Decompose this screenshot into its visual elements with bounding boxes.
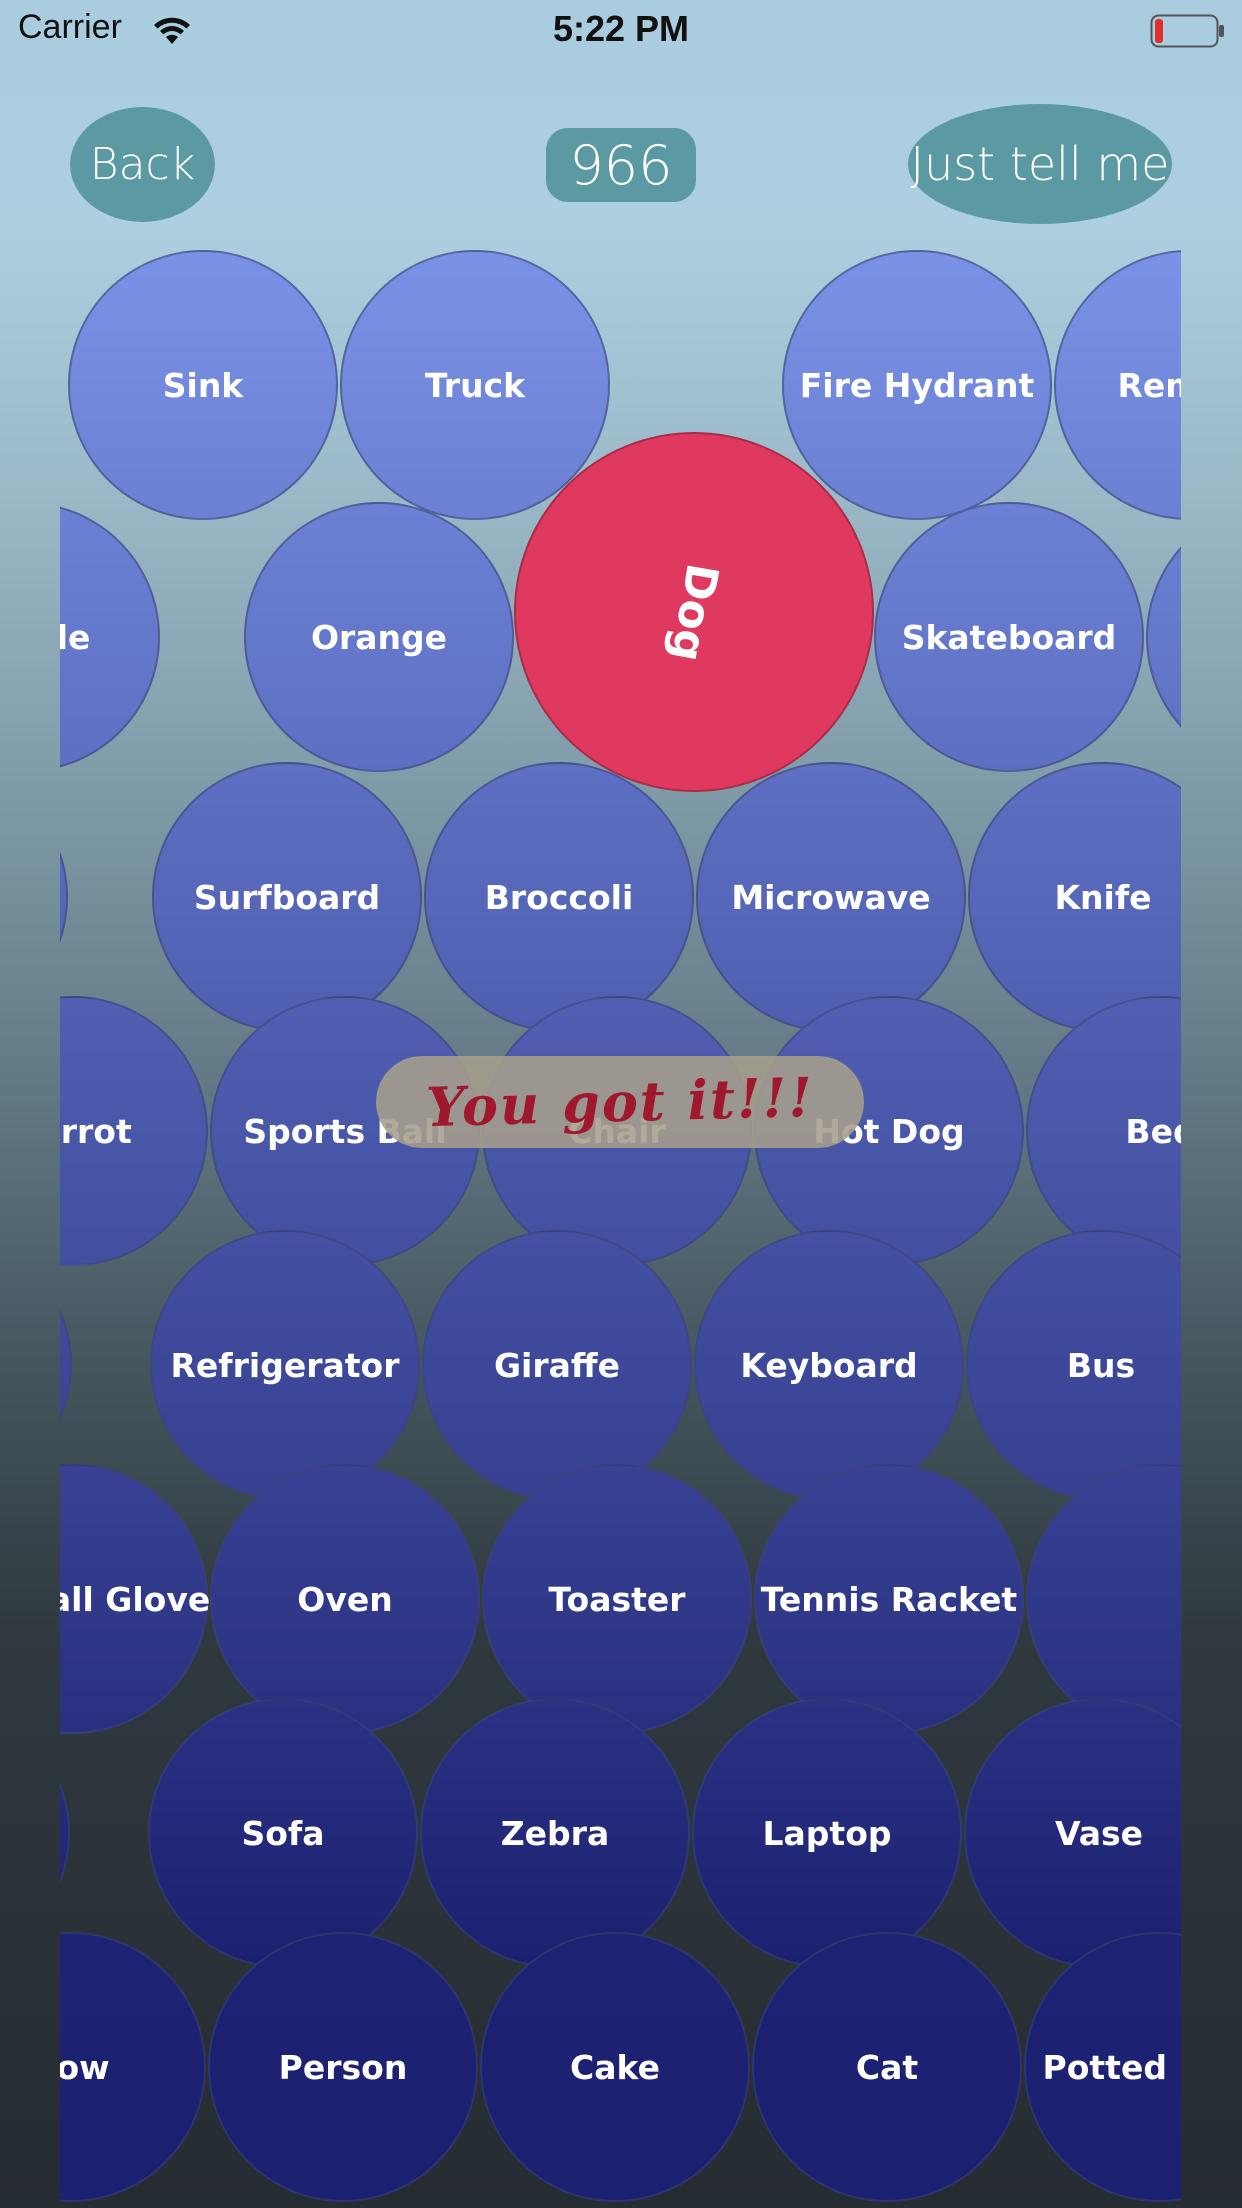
word-bubble-baseball-glove[interactable]: Baseball Glove bbox=[60, 1464, 211, 1734]
word-bubble-potted-plant[interactable]: Potted Plant bbox=[1024, 1932, 1181, 2202]
word-bubble-blank[interactable] bbox=[1026, 1464, 1181, 1734]
word-bubble-laptop[interactable]: Laptop bbox=[692, 1698, 962, 1968]
word-bubble-label: Bus bbox=[1066, 1345, 1136, 1385]
word-bubble-remote[interactable]: Remote bbox=[1054, 250, 1181, 520]
word-bubble-label: Keyboard bbox=[740, 1345, 918, 1385]
word-bubble-label: Vase bbox=[1054, 1813, 1144, 1853]
word-bubble-person[interactable]: Person bbox=[208, 1932, 478, 2202]
word-bubble-bed[interactable]: Bed bbox=[1026, 996, 1181, 1266]
word-bubble-blank[interactable] bbox=[60, 762, 68, 1032]
word-bubble-board: Sink Truck Fire Hydrant Remote Bicycle Orange… bbox=[60, 250, 1181, 2208]
selected-word-bubble[interactable]: Dog bbox=[514, 432, 874, 792]
word-bubble-label: Broccoli bbox=[484, 877, 634, 917]
word-bubble-bicycle[interactable]: Bicycle bbox=[60, 502, 160, 772]
word-bubble-carrot[interactable]: Carrot bbox=[60, 996, 208, 1266]
word-bubble-label: Skateboard bbox=[901, 617, 1117, 657]
score-badge: 966 bbox=[546, 128, 696, 202]
word-bubble-label: Remote bbox=[1117, 365, 1181, 405]
word-bubble-label: Bed bbox=[1125, 1111, 1181, 1151]
word-bubble-label: Carrot bbox=[60, 1111, 132, 1151]
word-bubble-cake[interactable]: Cake bbox=[480, 1932, 750, 2202]
word-bubble-label: Bicycle bbox=[60, 617, 91, 657]
status-time: 5:22 PM bbox=[552, 8, 690, 49]
selected-word-label: Dog bbox=[660, 559, 728, 665]
word-bubble-toaster[interactable]: Toaster bbox=[482, 1464, 752, 1734]
word-bubble-skateboard[interactable]: Skateboard bbox=[874, 502, 1144, 772]
word-bubble-label: Refrigerator bbox=[170, 1345, 400, 1385]
word-bubble-sofa[interactable]: Sofa bbox=[148, 1698, 418, 1968]
word-bubble-label: Orange bbox=[310, 617, 448, 657]
word-bubble-label: Sink bbox=[162, 365, 244, 405]
word-bubble-label: Truck bbox=[424, 365, 526, 405]
back-button-label: Back bbox=[89, 139, 196, 190]
word-bubble-sink[interactable]: Sink bbox=[68, 250, 338, 520]
success-banner: You got it!!! bbox=[376, 1056, 864, 1148]
word-bubble-label: Cake bbox=[570, 2047, 660, 2087]
word-bubble-vase[interactable]: Vase bbox=[964, 1698, 1181, 1968]
just-tell-me-button[interactable]: Just tell me bbox=[908, 104, 1172, 224]
word-bubble-tennis-racket[interactable]: Tennis Racket bbox=[754, 1464, 1024, 1734]
battery-low-icon bbox=[1150, 14, 1224, 48]
word-bubble-truck[interactable]: Truck bbox=[340, 250, 610, 520]
word-bubble-label: Fire Hydrant bbox=[799, 365, 1035, 405]
word-bubble-keyboard[interactable]: Keyboard bbox=[694, 1230, 964, 1500]
word-bubble-label: Zebra bbox=[500, 1813, 610, 1853]
word-bubble-label: Knife bbox=[1054, 877, 1152, 917]
word-bubble-bat[interactable]: Bat bbox=[60, 1230, 72, 1500]
word-bubble-label: Toaster bbox=[548, 1579, 686, 1619]
word-bubble-cat[interactable]: Cat bbox=[752, 1932, 1022, 2202]
word-bubble-label: Tennis Racket bbox=[760, 1579, 1018, 1619]
success-banner-text: You got it!!! bbox=[425, 1064, 815, 1140]
word-bubble-label: Giraffe bbox=[493, 1345, 621, 1385]
word-bubble-label: Surfboard bbox=[193, 877, 381, 917]
word-bubble-label: Microwave bbox=[731, 877, 931, 917]
word-bubble-label: Baseball Glove bbox=[60, 1579, 211, 1619]
word-bubble-knife[interactable]: Knife bbox=[968, 762, 1181, 1032]
word-bubble-microwave[interactable]: Microwave bbox=[696, 762, 966, 1032]
word-bubble-orange[interactable]: Orange bbox=[244, 502, 514, 772]
word-bubble-label: Cat bbox=[855, 2047, 919, 2087]
word-bubble-surfboard[interactable]: Surfboard bbox=[152, 762, 422, 1032]
word-bubble-bus[interactable]: Bus bbox=[966, 1230, 1181, 1500]
word-bubble-label: Oven bbox=[297, 1579, 393, 1619]
just-tell-me-label: Just tell me bbox=[910, 137, 1170, 191]
score-value: 966 bbox=[569, 133, 673, 197]
word-bubble-giraffe[interactable]: Giraffe bbox=[422, 1230, 692, 1500]
word-bubble-label: Person bbox=[278, 2047, 408, 2087]
word-bubble-fire-hydrant[interactable]: Fire Hydrant bbox=[782, 250, 1052, 520]
status-bar: Carrier 5:22 PM bbox=[0, 0, 1242, 60]
word-bubble-blank[interactable] bbox=[1146, 502, 1181, 772]
word-bubble-label: Sofa bbox=[241, 1813, 325, 1853]
word-bubble-label: Cow bbox=[60, 2047, 110, 2087]
word-bubble-broccoli[interactable]: Broccoli bbox=[424, 762, 694, 1032]
word-bubble-label: Potted Plant bbox=[1042, 2047, 1181, 2087]
word-bubble-refrigerator[interactable]: Refrigerator bbox=[150, 1230, 420, 1500]
word-bubble-oven[interactable]: Oven bbox=[210, 1464, 480, 1734]
word-bubble-label: Laptop bbox=[762, 1813, 892, 1853]
word-bubble-zebra[interactable]: Zebra bbox=[420, 1698, 690, 1968]
word-bubble-couch[interactable]: Couch bbox=[60, 1698, 70, 1968]
back-button[interactable]: Back bbox=[70, 107, 215, 222]
word-bubble-cow[interactable]: Cow bbox=[60, 1932, 206, 2202]
